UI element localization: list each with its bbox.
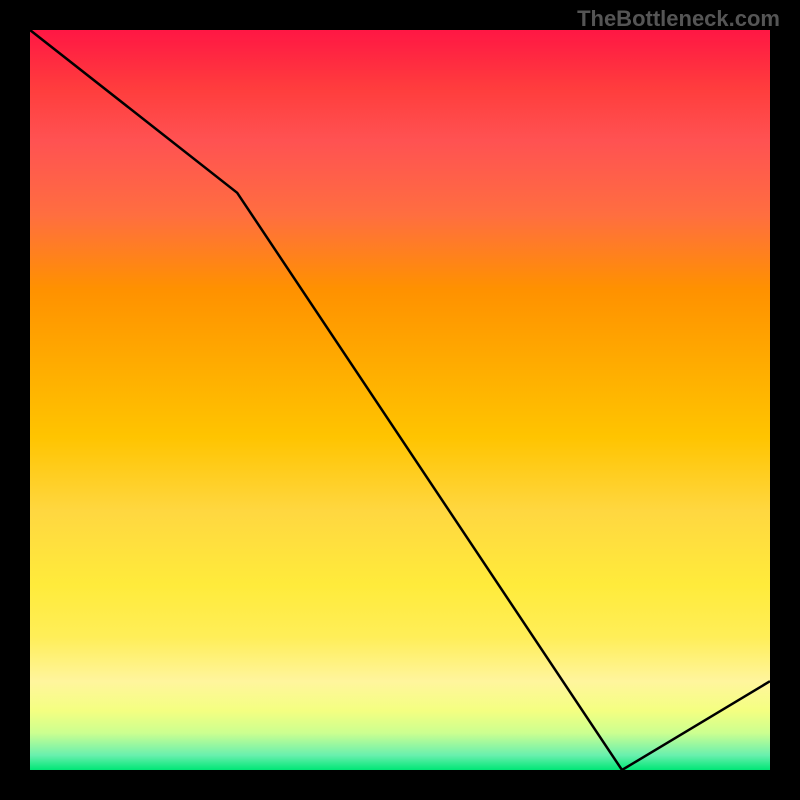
chart-plot-area (30, 30, 770, 770)
watermark-text: TheBottleneck.com (577, 6, 780, 32)
chart-line-svg (30, 30, 770, 770)
chart-line-path (30, 30, 770, 770)
